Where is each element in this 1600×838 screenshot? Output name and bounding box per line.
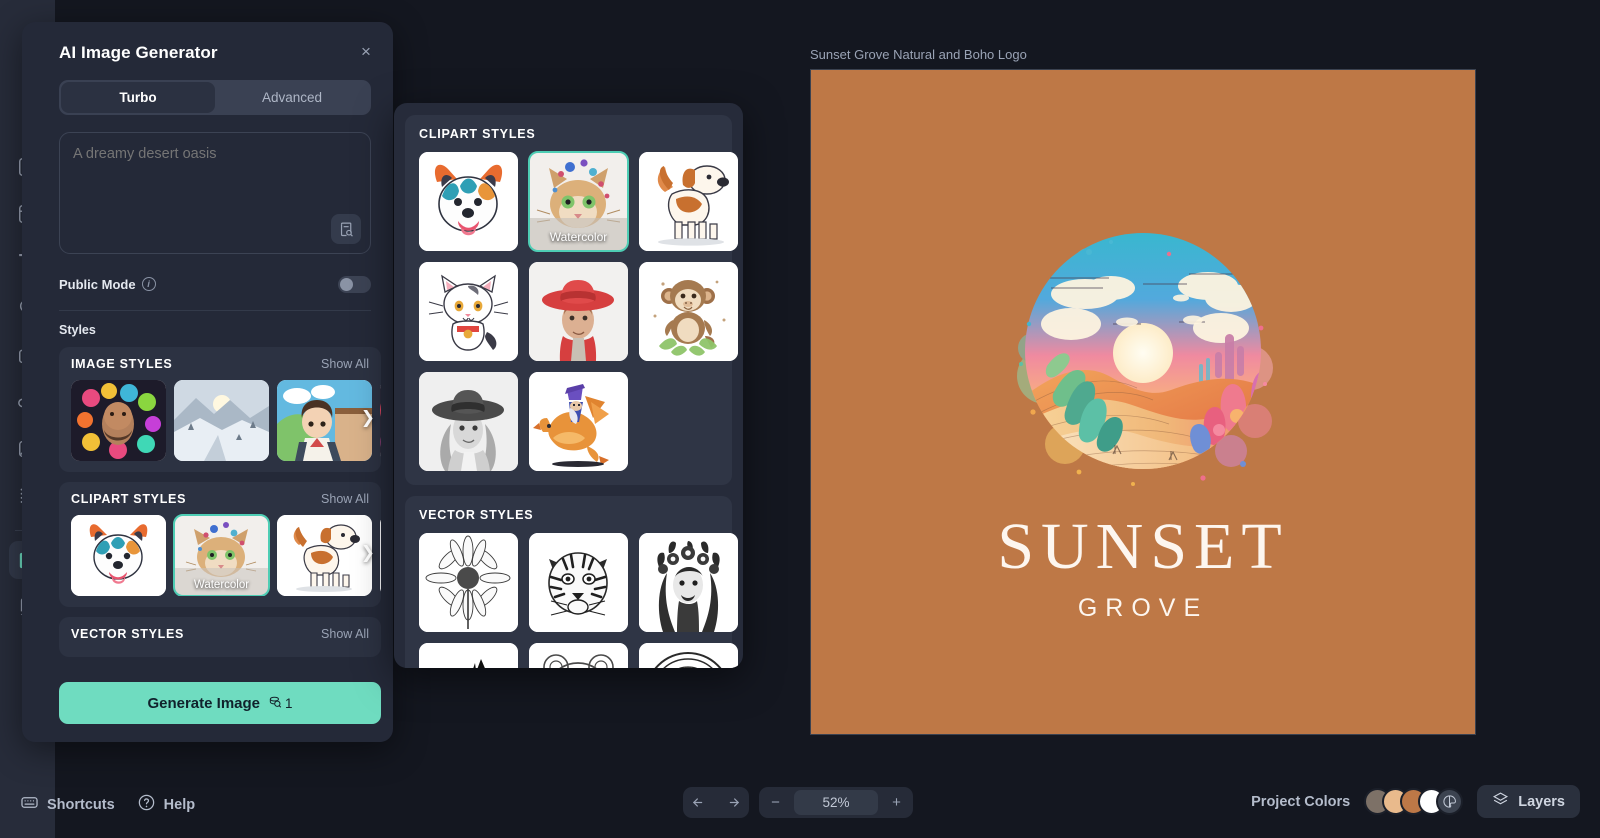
style-group-title: VECTOR STYLES xyxy=(71,627,185,641)
bottom-right-cluster: Project Colors Layers xyxy=(1251,785,1580,818)
credit-count: 1 xyxy=(285,695,293,711)
chevron-right-icon[interactable]: ❯ xyxy=(361,543,375,563)
layers-button[interactable]: Layers xyxy=(1477,785,1580,818)
tab-turbo[interactable]: Turbo xyxy=(61,82,215,113)
popup-thumb-line-daisy[interactable] xyxy=(419,533,518,632)
popup-thumb-grid xyxy=(419,533,738,668)
show-all-image-styles[interactable]: Show All xyxy=(321,357,369,371)
panel-title: AI Image Generator xyxy=(59,43,218,62)
help-label: Help xyxy=(163,796,196,813)
close-icon[interactable]: × xyxy=(355,41,377,63)
shortcuts-button[interactable]: Shortcuts xyxy=(20,793,115,816)
public-mode-row: Public Mode i xyxy=(59,272,371,296)
layers-label: Layers xyxy=(1518,793,1565,810)
bottom-left-cluster: Shortcuts Help xyxy=(20,793,195,816)
style-picker-popup: CLIPART STYLES Watercolor VECTOR STYLES xyxy=(394,103,743,668)
mode-segmented-control: Turbo Advanced xyxy=(59,80,371,115)
show-all-vector-styles[interactable]: Show All xyxy=(321,627,369,641)
style-thumb-anime-boy[interactable] xyxy=(277,380,372,461)
popup-thumb-ink-tiger[interactable] xyxy=(529,533,628,632)
public-mode-toggle[interactable] xyxy=(338,275,371,293)
tab-advanced[interactable]: Advanced xyxy=(215,82,369,113)
watercolor-desert-oasis-circle xyxy=(1017,233,1273,486)
canvas-controls: − 52% + xyxy=(683,787,913,818)
coin-icon xyxy=(268,695,282,712)
popup-thumb-colorful-dog[interactable] xyxy=(419,152,518,251)
popup-section-title: VECTOR STYLES xyxy=(419,508,534,522)
prompt-field-wrapper xyxy=(59,132,371,254)
panel-header: AI Image Generator × xyxy=(22,22,393,63)
style-group-title: IMAGE STYLES xyxy=(71,357,173,371)
redo-arrow-icon[interactable] xyxy=(716,787,749,818)
keyboard-icon xyxy=(20,793,39,816)
palette-icon[interactable] xyxy=(1436,788,1464,815)
style-group-header: IMAGE STYLES Show All xyxy=(59,357,381,371)
popup-thumb-sketch-woman-hat[interactable] xyxy=(419,372,518,471)
ai-image-generator-panel: AI Image Generator × Turbo Advanced Publ… xyxy=(22,22,393,742)
popup-thumb-cartoon-beagle[interactable] xyxy=(639,152,738,251)
popup-thumb-kawaii-white-cat[interactable] xyxy=(419,262,518,361)
prompt-library-search-icon[interactable] xyxy=(331,214,361,244)
toggle-knob xyxy=(340,277,353,291)
app-root: Tt xyxy=(0,0,1600,838)
undo-arrow-icon[interactable] xyxy=(683,787,716,818)
popup-thumb-watercolor-monkey[interactable] xyxy=(639,262,738,361)
show-all-clipart-styles[interactable]: Show All xyxy=(321,492,369,506)
style-thumb-pink-abstract[interactable] xyxy=(380,380,381,461)
logo-group[interactable]: SUNSET GROVE xyxy=(993,216,1293,623)
artboard-title: Sunset Grove Natural and Boho Logo xyxy=(810,47,1027,62)
style-strip[interactable]: Watercolor xyxy=(59,506,381,596)
styles-section-label: Styles xyxy=(59,323,96,337)
zoom-in-button[interactable]: + xyxy=(880,787,913,818)
popup-thumb-wolf-silhouette[interactable] xyxy=(419,643,518,668)
style-group-header: VECTOR STYLES Show All xyxy=(59,627,381,641)
chevron-right-icon[interactable]: ❯ xyxy=(361,408,375,428)
style-thumb-floral-portrait[interactable] xyxy=(71,380,166,461)
style-thumb-next-clipart[interactable] xyxy=(380,515,381,596)
info-icon[interactable]: i xyxy=(141,277,156,291)
zoom-level-value[interactable]: 52% xyxy=(794,790,878,815)
style-thumb-cartoon-beagle[interactable] xyxy=(277,515,372,596)
generate-image-label: Generate Image xyxy=(147,694,261,712)
artboard[interactable]: SUNSET GROVE xyxy=(810,69,1476,735)
popup-thumb-caption: Watercolor xyxy=(549,230,608,244)
popup-section-vector-styles: VECTOR STYLES xyxy=(405,496,738,668)
shortcuts-label: Shortcuts xyxy=(47,796,115,813)
popup-section-clipart-styles: CLIPART STYLES Watercolor xyxy=(405,115,738,485)
popup-thumb-red-hat-man[interactable] xyxy=(529,262,628,361)
style-thumb-colorful-dog[interactable] xyxy=(71,515,166,596)
public-mode-label: Public Mode xyxy=(59,276,136,292)
popup-thumb-halo-woman[interactable] xyxy=(639,643,738,668)
project-colors-swatches[interactable] xyxy=(1364,786,1464,818)
credit-cost: 1 xyxy=(268,695,293,712)
style-group-title: CLIPART STYLES xyxy=(71,492,187,506)
popup-thumb-outline-bear[interactable] xyxy=(529,643,628,668)
layers-icon xyxy=(1492,791,1509,812)
help-button[interactable]: Help xyxy=(137,793,195,816)
history-controls xyxy=(683,787,749,818)
style-thumb-watercolor-cat[interactable]: Watercolor xyxy=(173,514,270,596)
popup-thumb-watercolor-cat[interactable]: Watercolor xyxy=(528,151,629,252)
style-thumb-caption: Watercolor xyxy=(193,579,250,591)
popup-thumb-pixel-dragon-wizard[interactable] xyxy=(529,372,628,471)
style-group-header: CLIPART STYLES Show All xyxy=(59,492,381,506)
style-group-clipart-styles: CLIPART STYLES Show All Watercolor ❯ xyxy=(59,482,381,607)
popup-section-title: CLIPART STYLES xyxy=(419,127,536,141)
style-group-image-styles: IMAGE STYLES Show All ❯ xyxy=(59,347,381,472)
brand-name-primary: SUNSET xyxy=(997,510,1289,583)
prompt-input[interactable] xyxy=(73,145,357,205)
style-thumb-snow-valley[interactable] xyxy=(174,380,269,461)
style-strip[interactable] xyxy=(59,371,381,461)
popup-thumb-floral-crown-man[interactable] xyxy=(639,533,738,632)
question-circle-icon xyxy=(137,793,156,816)
style-group-vector-styles: VECTOR STYLES Show All xyxy=(59,617,381,657)
zoom-controls: − 52% + xyxy=(759,787,913,818)
zoom-out-button[interactable]: − xyxy=(759,787,792,818)
panel-divider xyxy=(59,310,371,311)
generate-image-button[interactable]: Generate Image 1 xyxy=(59,682,381,724)
project-colors-label: Project Colors xyxy=(1251,793,1351,810)
popup-thumb-grid: Watercolor xyxy=(419,151,738,471)
brand-name-secondary: GROVE xyxy=(1077,594,1209,622)
